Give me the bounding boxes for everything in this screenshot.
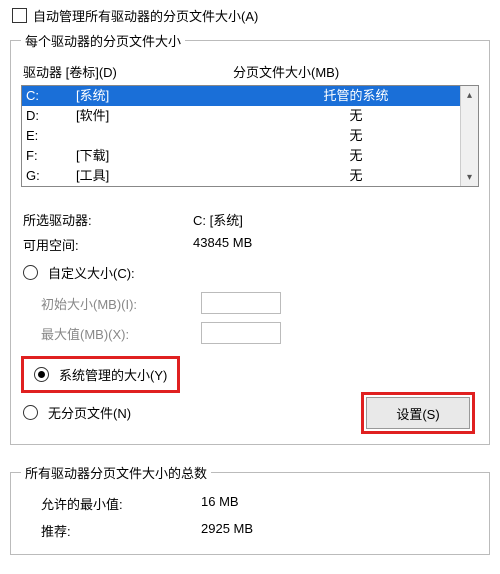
scroll-up-icon[interactable]: ▴ [461,86,478,104]
set-button[interactable]: 设置(S) [366,397,470,429]
drive-label: [下载] [76,147,256,165]
drive-letter: E: [26,127,76,145]
drive-row[interactable]: E: 无 [22,126,460,146]
drive-label: [系统] [76,87,256,105]
auto-manage-label: 自动管理所有驱动器的分页文件大小(A) [33,6,258,25]
selected-drive-label: 所选驱动器: [23,210,193,229]
drive-letter: F: [26,147,76,165]
drive-size: 无 [256,167,456,185]
radio-system-label: 系统管理的大小(Y) [59,365,167,384]
initial-size-label: 初始大小(MB)(I): [41,294,201,313]
drive-size: 无 [256,107,456,125]
drive-letter: G: [26,167,76,185]
drive-row[interactable]: G:[工具]无 [22,166,460,186]
max-size-input[interactable] [201,322,281,344]
drive-size: 无 [256,127,456,145]
drive-label: [软件] [76,107,256,125]
highlight-set-button: 设置(S) [361,392,475,434]
drive-letter: C: [26,87,76,105]
selected-drive-value: C: [系统] [193,210,477,229]
radio-custom-row[interactable]: 自定义大小(C): [21,257,479,288]
highlight-system-radio: 系统管理的大小(Y) [21,356,180,393]
recommended-value: 2925 MB [201,521,253,540]
drive-listbox[interactable]: C:[系统]托管的系统D:[软件]无E:无F:[下载]无G:[工具]无 ▴ ▾ [21,85,479,187]
header-size: 分页文件大小(MB) [233,62,479,81]
scrollbar[interactable]: ▴ ▾ [460,86,478,186]
min-allowed-value: 16 MB [201,494,239,513]
free-space-label: 可用空间: [23,235,193,254]
radio-system[interactable] [34,367,49,382]
scroll-track[interactable] [461,104,478,168]
max-size-label: 最大值(MB)(X): [41,324,201,343]
drive-row[interactable]: F:[下载]无 [22,146,460,166]
min-allowed-label: 允许的最小值: [41,494,201,513]
scroll-down-icon[interactable]: ▾ [461,168,478,186]
drive-row[interactable]: C:[系统]托管的系统 [22,86,460,106]
auto-manage-checkbox[interactable] [12,8,27,23]
drive-label [76,127,256,145]
radio-custom[interactable] [23,265,38,280]
drive-size: 托管的系统 [256,87,456,105]
recommended-label: 推荐: [41,521,201,540]
radio-none[interactable] [23,405,38,420]
drive-letter: D: [26,107,76,125]
set-button-label: 设置(S) [396,404,439,423]
radio-custom-label: 自定义大小(C): [48,263,135,282]
total-group: 所有驱动器分页文件大小的总数 允许的最小值: 16 MB 推荐: 2925 MB [10,463,490,555]
auto-manage-row: 自动管理所有驱动器的分页文件大小(A) [10,6,490,31]
free-space-value: 43845 MB [193,235,477,254]
drive-size: 无 [256,147,456,165]
radio-system-row[interactable]: 系统管理的大小(Y) [26,361,175,388]
per-drive-group: 每个驱动器的分页文件大小 驱动器 [卷标](D) 分页文件大小(MB) C:[系… [10,31,490,445]
total-legend: 所有驱动器分页文件大小的总数 [21,463,211,482]
per-drive-legend: 每个驱动器的分页文件大小 [21,31,185,50]
radio-none-label: 无分页文件(N) [48,403,131,422]
drive-label: [工具] [76,167,256,185]
drive-list-headers: 驱动器 [卷标](D) 分页文件大小(MB) [21,58,479,85]
header-drive: 驱动器 [卷标](D) [23,62,233,81]
drive-row[interactable]: D:[软件]无 [22,106,460,126]
initial-size-input[interactable] [201,292,281,314]
